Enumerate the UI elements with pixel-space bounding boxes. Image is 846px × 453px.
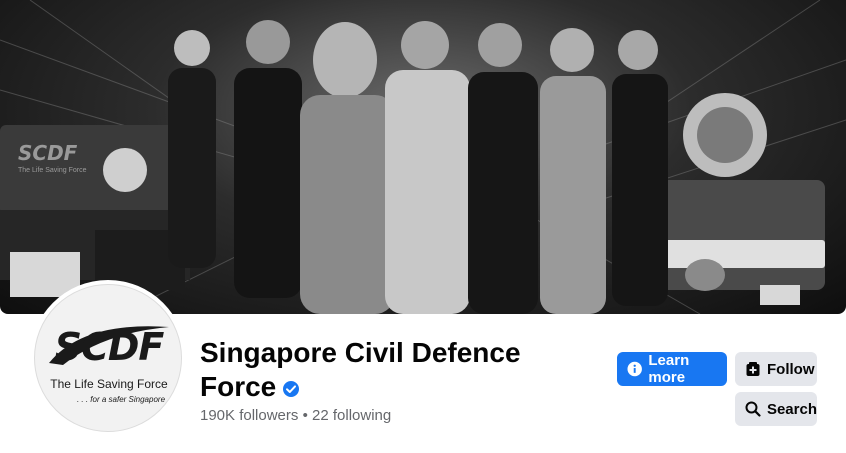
page-title: Singapore Civil Defence Force xyxy=(200,336,580,404)
vehicle-tagline: The Life Saving Force xyxy=(18,167,87,174)
search-button[interactable]: Search xyxy=(735,392,817,426)
following-count[interactable]: 22 following xyxy=(312,407,391,424)
page-title-text: Singapore Civil Defence Force xyxy=(200,337,521,402)
verified-badge-icon xyxy=(283,380,300,397)
cover-photo[interactable]: SCDF The Life Saving Force xyxy=(0,0,846,314)
info-icon xyxy=(627,361,642,377)
follow-plus-icon xyxy=(746,362,760,376)
personnel-group xyxy=(168,20,668,314)
learn-more-button[interactable]: Learn more xyxy=(617,352,727,386)
search-label: Search xyxy=(766,400,817,418)
cover-photo-illustration: SCDF The Life Saving Force xyxy=(0,0,846,314)
follow-label: Follow xyxy=(767,360,815,378)
profile-picture-frame: SCDF The Life Saving Force . . . for a s… xyxy=(30,280,186,436)
vehicle-wordmark: SCDF xyxy=(18,141,78,165)
logo-tagline: The Life Saving Force xyxy=(50,377,168,391)
rescue-robot-right xyxy=(650,93,825,305)
search-icon xyxy=(745,401,761,417)
page-stats: 190K followers • 22 following xyxy=(200,407,391,424)
followers-count[interactable]: 190K followers xyxy=(200,407,298,424)
profile-picture[interactable]: SCDF The Life Saving Force . . . for a s… xyxy=(34,284,182,432)
learn-more-label: Learn more xyxy=(648,352,690,386)
logo-wordmark: SCDF xyxy=(54,325,165,369)
stats-separator: • xyxy=(302,407,308,424)
follow-button[interactable]: Follow xyxy=(735,352,817,386)
logo-subtagline: . . . for a safer Singapore xyxy=(76,395,166,404)
